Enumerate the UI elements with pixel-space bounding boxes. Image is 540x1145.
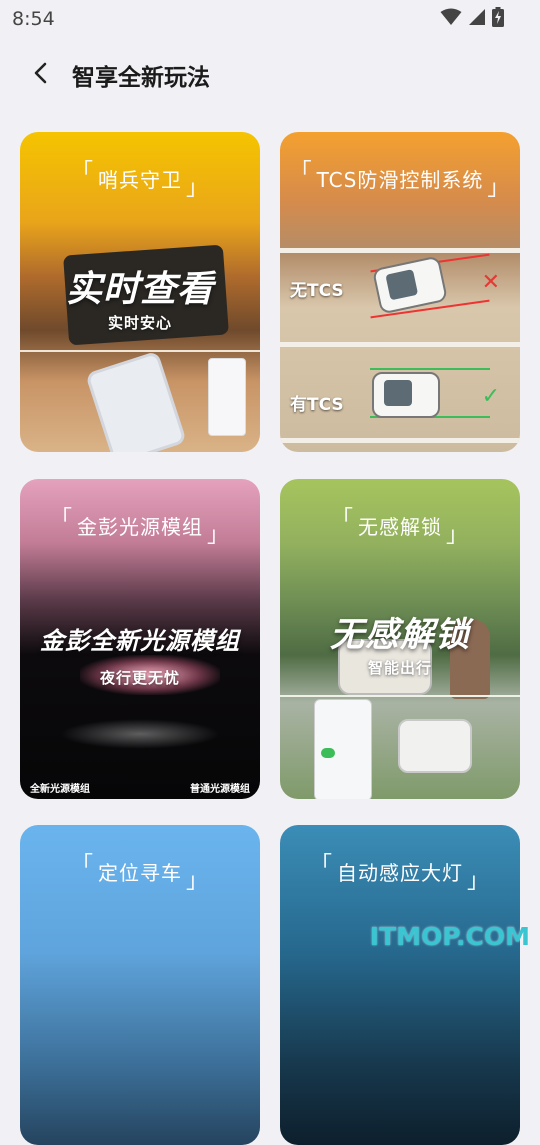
card-title-text: 金彭光源模组 (77, 515, 203, 539)
phone-image (85, 350, 187, 452)
feature-card-light-module[interactable]: 「金彭光源模组」 金彭全新光源模组 夜行更无忧 全新光源模组 普通光源模组 (20, 479, 260, 799)
card-title-text: 自动感应大灯 (337, 861, 463, 885)
card-headline: 金彭全新光源模组 (40, 627, 240, 655)
watermark: ITMOP.COM (369, 922, 530, 951)
card-title: 「无感解锁」 (330, 507, 470, 548)
card-title-text: 定位寻车 (98, 861, 182, 885)
wifi-icon (440, 8, 462, 25)
lane-stripe (280, 438, 520, 443)
card-subline: 实时安心 (107, 314, 172, 332)
lane-stripe (280, 342, 520, 347)
feature-card-auto-headlight[interactable]: 「自动感应大灯」 (280, 825, 520, 1145)
car-image (372, 372, 440, 418)
divider (280, 695, 520, 697)
status-bar: 8:54 (0, 0, 540, 36)
card-title: 「TCS防滑控制系统」 (289, 160, 511, 201)
card-headline: 无感解锁 (330, 615, 470, 655)
card-subline: 智能出行 (367, 659, 432, 677)
vehicle-image (398, 719, 472, 773)
left-label: 全新光源模组 (30, 784, 90, 795)
check-icon: ✓ (481, 384, 500, 409)
chevron-left-icon (34, 62, 47, 84)
phone-image (314, 699, 372, 799)
status-time: 8:54 (12, 8, 55, 30)
divider (20, 350, 260, 352)
feature-card-keyless-unlock[interactable]: 「无感解锁」 无感解锁 智能出行 (280, 479, 520, 799)
card-title: 「哨兵守卫」 (70, 160, 210, 201)
feature-card-sentinel[interactable]: 「哨兵守卫」 实时查看 实时安心 (20, 132, 260, 452)
cross-icon: ✕ (481, 270, 500, 295)
card-title-text: 哨兵守卫 (98, 168, 182, 192)
car-image (371, 255, 449, 315)
lane-stripe (280, 248, 520, 253)
battery-charging-icon (492, 7, 504, 27)
app-bar: 智享全新玩法 (0, 50, 540, 100)
page-title: 智享全新玩法 (72, 65, 210, 91)
card-subline: 夜行更无忧 (99, 669, 180, 687)
card-title-text: 无感解锁 (358, 515, 442, 539)
cell-signal-icon (469, 9, 485, 25)
card-headline: 实时查看 (65, 269, 214, 310)
status-icons (440, 7, 504, 27)
back-button[interactable] (24, 56, 58, 90)
card-title: 「金彭光源模组」 (49, 507, 231, 548)
card-title-text: TCS防滑控制系统 (316, 168, 484, 192)
card-title: 「自动感应大灯」 (309, 853, 491, 894)
label-without-tcs: 无TCS (290, 281, 344, 301)
feature-card-tcs[interactable]: 无TCS ✕ 有TCS ✓ 「TCS防滑控制系统」 (280, 132, 520, 452)
feature-card-locate-vehicle[interactable]: 「定位寻车」 (20, 825, 260, 1145)
label-with-tcs: 有TCS (290, 395, 344, 415)
right-label: 普通光源模组 (190, 784, 250, 795)
headlight-beam (60, 719, 220, 749)
card-title: 「定位寻车」 (70, 853, 210, 894)
track-line (370, 368, 490, 370)
app-screen-image (208, 358, 246, 436)
